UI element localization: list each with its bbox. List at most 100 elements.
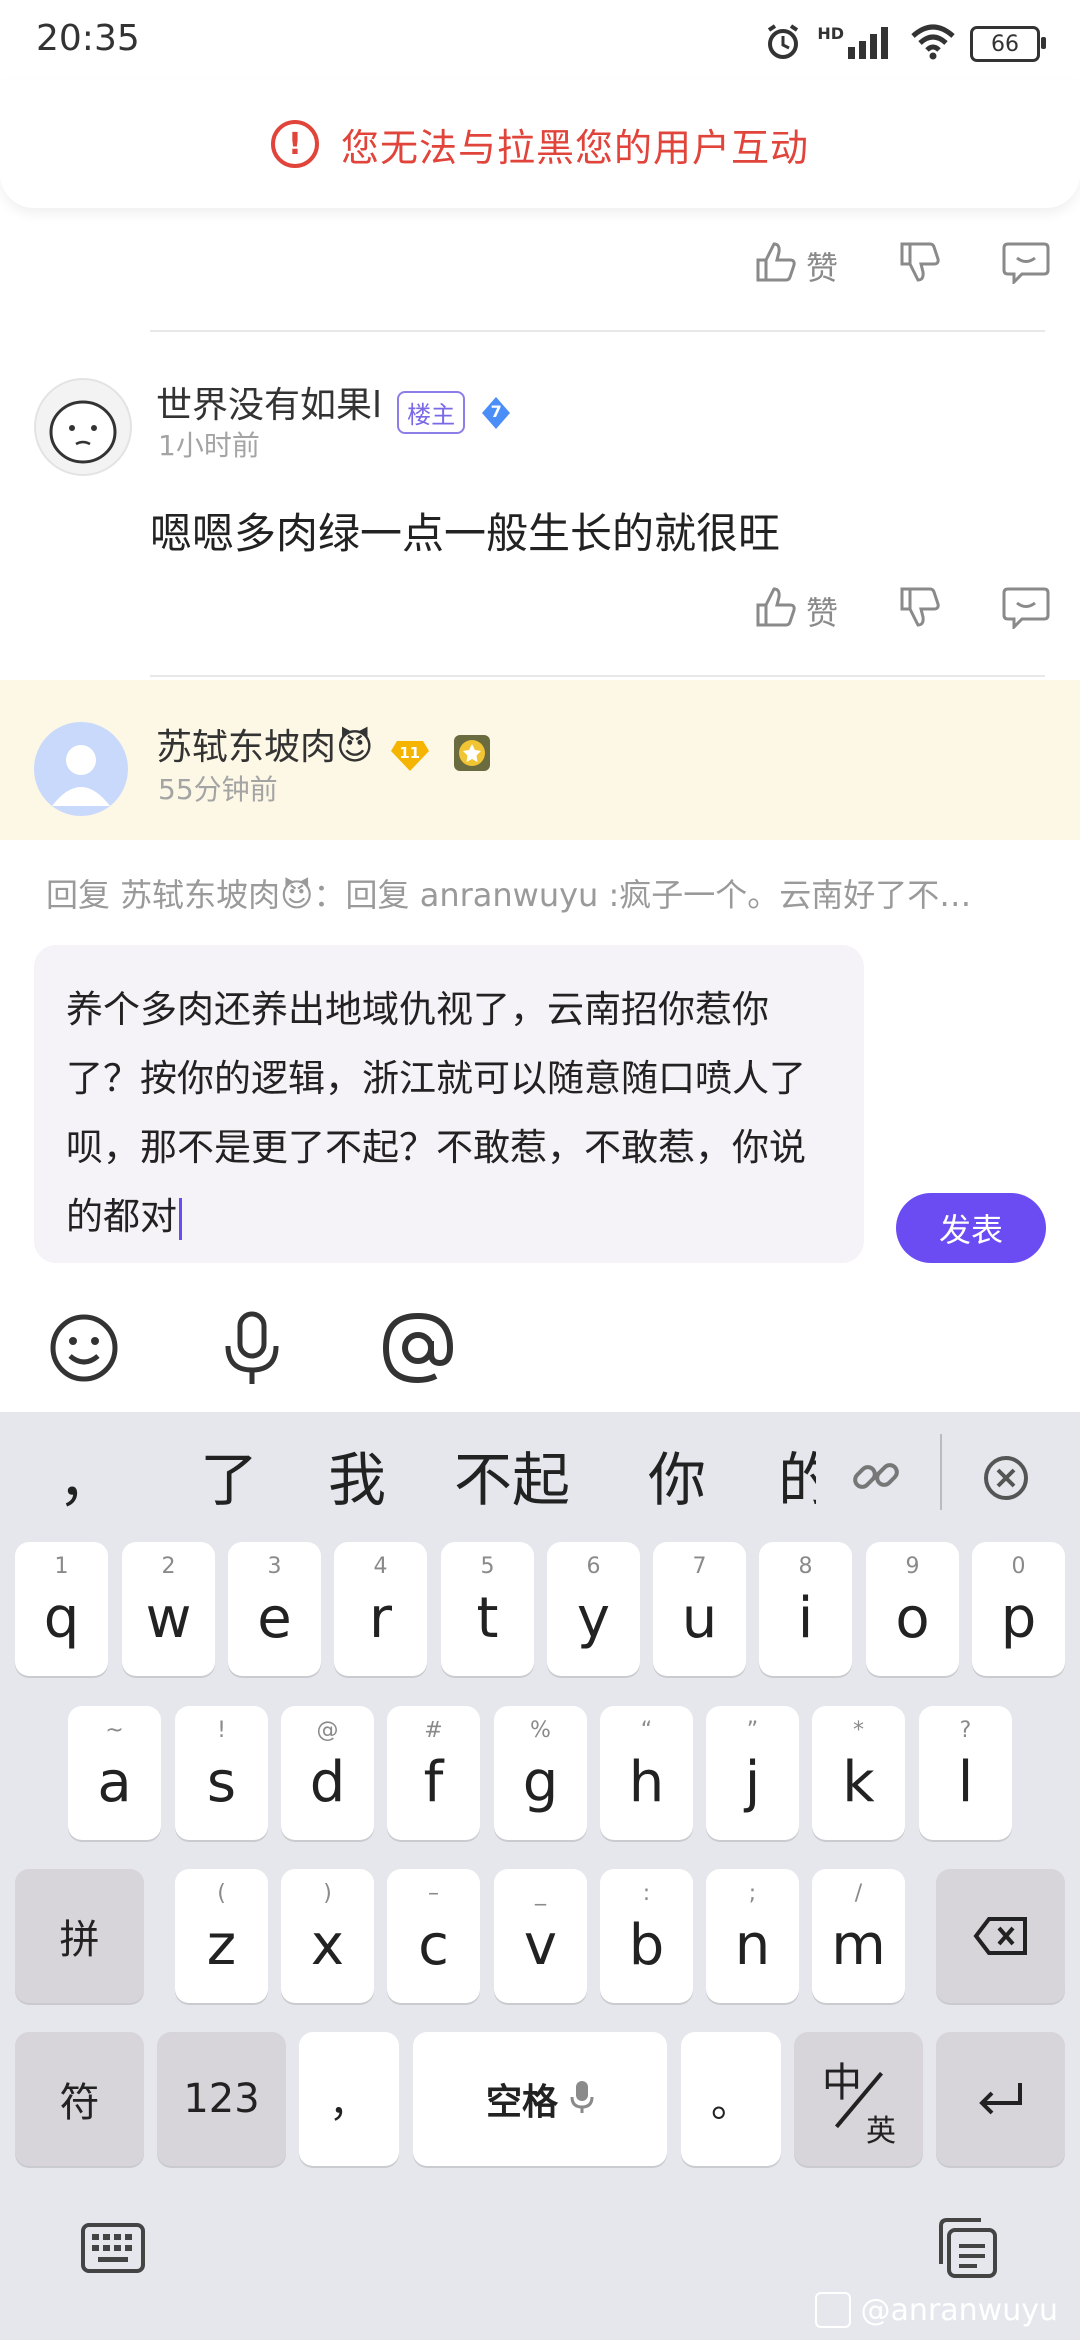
level-badge: 7	[476, 393, 516, 433]
key-m[interactable]: / m	[812, 1869, 905, 2003]
dislike-button[interactable]	[898, 585, 942, 637]
key-c[interactable]: – c	[387, 1869, 480, 2003]
comment-content[interactable]: 嗯嗯多肉绿一点一般生长的就很旺	[150, 500, 780, 561]
dislike-button[interactable]	[898, 240, 942, 292]
like-button[interactable]: 赞	[754, 585, 838, 637]
reply-username[interactable]: 苏轼东坡肉😈	[156, 727, 374, 768]
host-badge: 楼主	[397, 391, 466, 434]
key-h[interactable]: “h	[600, 1706, 693, 1840]
at-icon	[382, 1312, 454, 1384]
candidate[interactable]: 了	[200, 1433, 258, 1517]
reply-time: 55分钟前	[158, 773, 278, 806]
pinyin-key[interactable]: 拼	[15, 1869, 144, 2003]
candidate[interactable]: 不起	[454, 1433, 570, 1517]
candidate[interactable]: 你	[648, 1433, 706, 1517]
blocked-banner: ! 您无法与拉黑您的用户互动	[0, 80, 1080, 208]
key-g[interactable]: % g	[494, 1706, 587, 1840]
key-f[interactable]: # f	[387, 1706, 480, 1840]
key-i[interactable]: 8i	[759, 1542, 852, 1676]
battery-icon: 66	[970, 26, 1046, 62]
close-candidates-icon[interactable]	[982, 1454, 1030, 1506]
emoji-icon	[50, 1314, 118, 1382]
text-caret	[179, 1197, 182, 1240]
reply-hint: 回复 苏轼东坡肉😈：回复 anranwuyu :疯子一个。云南好了不…	[46, 876, 972, 914]
alarm-icon	[763, 22, 803, 66]
clipboard-icon[interactable]	[935, 2216, 1001, 2284]
reply-input-text: 养个多肉还养出地域仇视了，云南招你惹你了？按你的逻辑，浙江就可以随意随口喷人了呗…	[66, 988, 806, 1238]
microphone-icon	[225, 1311, 279, 1384]
backspace-icon	[972, 1917, 1027, 1955]
key-e[interactable]: 3e	[228, 1542, 321, 1676]
comment-username[interactable]: 世界没有如果l	[156, 385, 382, 426]
candidate[interactable]: ，	[58, 1433, 116, 1517]
level-badge: 11	[389, 735, 431, 775]
backspace-key[interactable]	[936, 1869, 1065, 2003]
reply-input[interactable]: 养个多肉还养出地域仇视了，云南招你惹你了？按你的逻辑，浙江就可以随意随口喷人了呗…	[34, 945, 864, 1263]
comment-actions-prev: 赞	[754, 240, 1050, 292]
blocked-banner-text: 您无法与拉黑您的用户互动	[340, 125, 809, 170]
level-number: 11	[399, 743, 421, 762]
numeric-key[interactable]: 123	[157, 2032, 286, 2166]
reply-button[interactable]	[1002, 240, 1050, 292]
key-u[interactable]: 7u	[653, 1542, 746, 1676]
candidate[interactable]: 我	[328, 1433, 386, 1517]
key-a[interactable]: ~ a	[68, 1706, 161, 1840]
key-d[interactable]: @ d	[281, 1706, 374, 1840]
key-k[interactable]: * k	[812, 1706, 905, 1840]
alert-icon: !	[270, 120, 319, 168]
like-label: 赞	[805, 249, 838, 287]
like-label: 赞	[805, 594, 838, 632]
key-z[interactable]: (z	[175, 1869, 268, 2003]
candidate-clip: 的	[778, 1433, 816, 1517]
battery-level: 66	[991, 31, 1019, 57]
watermark: @anranwuyu	[814, 2292, 1058, 2328]
key-v[interactable]: _ v	[494, 1869, 587, 2003]
send-button[interactable]: 发表	[896, 1193, 1046, 1263]
period-key[interactable]: 。	[681, 2032, 781, 2166]
emoji-button[interactable]	[46, 1310, 122, 1386]
candidate[interactable]: 的	[778, 1446, 816, 1514]
signal-icon	[846, 25, 896, 63]
key-s[interactable]: ! s	[175, 1706, 268, 1840]
avatar[interactable]	[34, 378, 132, 476]
watermark-text: @anranwuyu	[860, 2292, 1058, 2328]
key-o[interactable]: 9o	[866, 1542, 959, 1676]
key-j[interactable]: ” j	[706, 1706, 799, 1840]
key-q[interactable]: 1q	[15, 1542, 108, 1676]
key-r[interactable]: 4r	[334, 1542, 427, 1676]
enter-icon	[978, 2083, 1022, 2115]
enter-key[interactable]	[936, 2032, 1065, 2166]
status-icons: HD 66	[763, 20, 1046, 68]
key-y[interactable]: 6y	[547, 1542, 640, 1676]
keyboard-toggle-icon[interactable]	[80, 2222, 146, 2278]
key-b[interactable]: :b	[600, 1869, 693, 2003]
thumbs-up-icon	[754, 240, 798, 292]
link-icon[interactable]	[850, 1450, 902, 1506]
space-key[interactable]: 空格	[413, 2032, 667, 2166]
status-time: 20:35	[36, 18, 140, 59]
wifi-icon	[910, 24, 956, 64]
key-x[interactable]: ) x	[281, 1869, 374, 2003]
divider	[150, 330, 1045, 332]
weibo-logo-icon	[814, 2292, 851, 2328]
key-p[interactable]: 0p	[972, 1542, 1065, 1676]
medal-icon	[450, 731, 494, 779]
hd-label: HD	[817, 23, 844, 43]
comment-actions: 赞	[754, 585, 1050, 637]
language-switch-key[interactable]: 中 英	[794, 2032, 923, 2166]
candidate-bar: ， 了 我 不起 你 的	[0, 1412, 1080, 1537]
comma-key[interactable]: ，	[299, 2032, 399, 2166]
key-l[interactable]: ? l	[919, 1706, 1012, 1840]
level-number: 7	[490, 401, 502, 421]
like-button[interactable]: 赞	[754, 240, 838, 292]
microphone-icon	[570, 2079, 594, 2119]
voice-button[interactable]	[214, 1310, 290, 1386]
key-t[interactable]: 5t	[441, 1542, 534, 1676]
symbol-key[interactable]: 符	[15, 2032, 144, 2166]
thumbs-up-icon	[754, 585, 798, 637]
key-n[interactable]: ; n	[706, 1869, 799, 2003]
reply-button[interactable]	[1002, 585, 1050, 637]
key-w[interactable]: 2w	[122, 1542, 215, 1676]
mention-button[interactable]	[380, 1310, 456, 1386]
reply-avatar[interactable]	[34, 722, 128, 816]
